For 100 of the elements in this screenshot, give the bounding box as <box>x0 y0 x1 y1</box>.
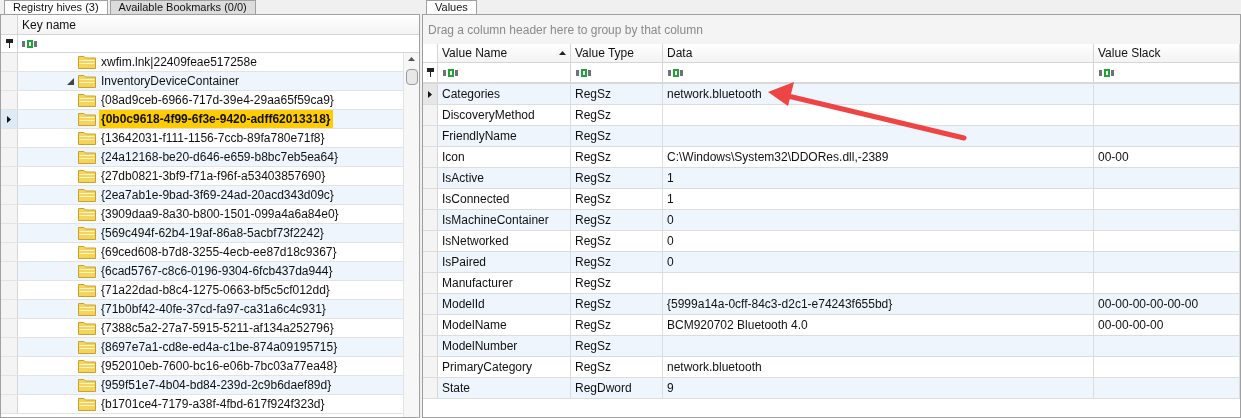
row-selector[interactable] <box>423 84 438 104</box>
tree-item[interactable]: {27db0821-3bf9-f71a-f96f-a53403857690} <box>99 167 328 185</box>
row-selector[interactable] <box>1 110 18 128</box>
tree-item[interactable]: {8697e7a1-cd8e-ed4a-c1be-874a09195715} <box>99 338 340 356</box>
table-cell-text: RegSz <box>575 86 612 103</box>
table-cell-text: RegSz <box>575 317 612 334</box>
folder-icon <box>78 150 96 164</box>
table-cell-text: 9 <box>667 380 674 397</box>
folder-icon <box>78 74 96 88</box>
table-cell-text: DiscoveryMethod <box>442 107 535 124</box>
abc-filter-icon <box>668 68 684 77</box>
folder-icon <box>78 359 96 373</box>
scroll-up-icon[interactable] <box>408 57 415 61</box>
tree-row[interactable]: {24a12168-be20-d646-e659-b8bc7eb5ea64} <box>18 148 403 166</box>
table-row[interactable]: IsActive RegSz 1 <box>423 168 1240 189</box>
table-row[interactable]: PrimaryCategory RegSz network.bluetooth <box>423 357 1240 378</box>
abc-filter-icon <box>1099 68 1115 77</box>
table-cell-text: RegSz <box>575 128 612 145</box>
table-cell-text: IsMachineContainer <box>442 212 549 229</box>
tab[interactable]: Available Bookmarks (0/0) <box>109 0 256 14</box>
tree-item[interactable]: {71a22dad-b8c4-1275-0663-bf5c5cf012dd} <box>99 281 332 299</box>
table-row[interactable]: ModelId RegSz {5999a14a-0cff-84c3-d2c1-e74243f655bd} 00-00-00-00-00-00 <box>423 294 1240 315</box>
tree-row[interactable]: {8697e7a1-cd8e-ed4a-c1be-874a09195715} <box>18 338 403 356</box>
table-cell-text: IsConnected <box>442 191 510 208</box>
table-row[interactable]: DiscoveryMethod RegSz <box>423 105 1240 126</box>
column-header[interactable]: Value Slack <box>1094 44 1240 62</box>
table-row[interactable]: IsNetworked RegSz 0 <box>423 231 1240 252</box>
table-cell-text: 0 <box>667 233 674 250</box>
table-cell-text: Icon <box>442 149 465 166</box>
table-cell-text: ModelId <box>442 296 485 313</box>
column-header[interactable]: Data <box>663 44 1094 62</box>
tree-item[interactable]: {69ced608-b7d8-3255-4ecb-ee87d18c9367} <box>99 243 339 261</box>
table-cell-text: 1 <box>667 170 674 187</box>
table-cell-text: IsActive <box>442 170 484 187</box>
current-row-icon <box>428 90 432 98</box>
table-row[interactable]: FriendlyName RegSz <box>423 126 1240 147</box>
tree-item[interactable]: InventoryDeviceContainer <box>99 72 242 90</box>
folder-icon <box>78 93 96 107</box>
table-cell-text: Categories <box>442 86 501 103</box>
table-row[interactable]: IsPaired RegSz 0 <box>423 252 1240 273</box>
tree-item[interactable]: xwfim.lnk|22409feae517258e <box>99 53 259 71</box>
abc-filter-icon <box>22 39 38 48</box>
table-cell-text: RegSz <box>575 275 612 292</box>
table-cell-text: RegSz <box>575 254 612 271</box>
folder-icon <box>78 131 96 145</box>
tree-item[interactable]: {24a12168-be20-d646-e659-b8bc7eb5ea64} <box>99 148 340 166</box>
tab[interactable]: Registry hives (3) <box>4 0 108 14</box>
tab[interactable]: Values <box>426 0 477 14</box>
tree-item[interactable]: {13642031-f111-1156-7ccb-89fa780e71f8} <box>99 129 327 147</box>
tree-row[interactable]: {2ea7ab1e-9bad-3f69-24ad-20acd343d09c} <box>18 186 403 204</box>
table-row[interactable]: IsMachineContainer RegSz 0 <box>423 210 1240 231</box>
folder-icon <box>78 226 96 240</box>
table-cell-text: RegSz <box>575 359 612 376</box>
current-row-icon <box>7 115 11 123</box>
tree-item[interactable]: {6cad5767-c8c6-0196-9304-6fcb437da944} <box>99 262 335 280</box>
table-cell-text: RegSz <box>575 233 612 250</box>
tree-row[interactable]: InventoryDeviceContainer <box>18 72 403 90</box>
table-cell-text: RegDword <box>575 380 632 397</box>
tree-item[interactable]: {b1701ce4-7179-a38f-4fbd-617f924f323d} <box>99 395 327 413</box>
tree-item[interactable]: {7388c5a2-27a7-5915-5211-af134a252796} <box>99 319 336 337</box>
table-cell-text: {5999a14a-0cff-84c3-d2c1-e74243f655bd} <box>667 296 893 313</box>
tree-row[interactable]: {0b0c9618-4f99-6f3e-9420-adff62013318} <box>18 110 403 128</box>
table-row[interactable]: ModelName RegSz BCM920702 Bluetooth 4.0 00-00-00-00 <box>423 315 1240 336</box>
table-cell-text: RegSz <box>575 107 612 124</box>
table-row[interactable]: Icon RegSz C:\Windows\System32\DDORes.dll,-2389 00-00 <box>423 147 1240 168</box>
scrollbar[interactable] <box>403 53 419 417</box>
tree-item[interactable]: {959f51e7-4b04-bd84-239d-2c9b6daef89d} <box>99 376 334 394</box>
column-header[interactable]: Value Name <box>438 44 571 62</box>
table-cell-text: FriendlyName <box>442 128 517 145</box>
table-cell-text: 0 <box>667 254 674 271</box>
table-row[interactable]: Categories RegSz network.bluetooth <box>423 84 1240 105</box>
tree-item[interactable]: {569c494f-62b4-19af-86a8-5acbf73f2242} <box>99 224 326 242</box>
table-row[interactable]: IsConnected RegSz 1 <box>423 189 1240 210</box>
tree-item[interactable]: {2ea7ab1e-9bad-3f69-24ad-20acd343d09c} <box>99 186 336 204</box>
folder-icon <box>78 55 96 69</box>
scroll-thumb[interactable] <box>405 69 418 85</box>
folder-icon <box>78 169 96 183</box>
tree-item[interactable]: {952010eb-7600-bc16-e06b-7bc03a77ea48} <box>99 357 340 375</box>
table-cell-text: Manufacturer <box>442 275 513 292</box>
table-row[interactable]: Manufacturer RegSz <box>423 273 1240 294</box>
tree-item[interactable]: {71b0bf42-40fe-37cd-fa97-ca31a6c4c931} <box>99 300 328 318</box>
table-row[interactable]: ModelNumber RegSz <box>423 336 1240 357</box>
tree-item[interactable]: {0b0c9618-4f99-6f3e-9420-adff62013318} <box>99 110 333 128</box>
pin-icon <box>5 39 13 48</box>
folder-icon <box>78 397 96 411</box>
folder-icon <box>78 245 96 259</box>
tree-row[interactable]: {569c494f-62b4-19af-86a8-5acbf73f2242} <box>18 224 403 242</box>
table-cell-text: RegSz <box>575 212 612 229</box>
table-cell-text: IsNetworked <box>442 233 509 250</box>
table-row[interactable]: State RegDword 9 <box>423 378 1240 399</box>
tree-item[interactable]: {08ad9ceb-6966-717d-39e4-29aa65f59ca9} <box>99 91 336 109</box>
table-cell-text: RegSz <box>575 191 612 208</box>
tree-item[interactable]: {3909daa9-8a30-b800-1501-099a4a6a84e0} <box>99 205 341 223</box>
abc-filter-icon <box>443 68 459 77</box>
column-header[interactable]: Value Type <box>571 44 663 62</box>
tree-row[interactable]: {959f51e7-4b04-bd84-239d-2c9b6daef89d} <box>18 376 403 394</box>
expanded-icon[interactable] <box>67 77 74 85</box>
tree-row[interactable]: {6cad5767-c8c6-0196-9304-6fcb437da944} <box>18 262 403 280</box>
table-cell-text: ModelNumber <box>442 338 518 355</box>
tree-row[interactable]: {71b0bf42-40fe-37cd-fa97-ca31a6c4c931} <box>18 300 403 318</box>
